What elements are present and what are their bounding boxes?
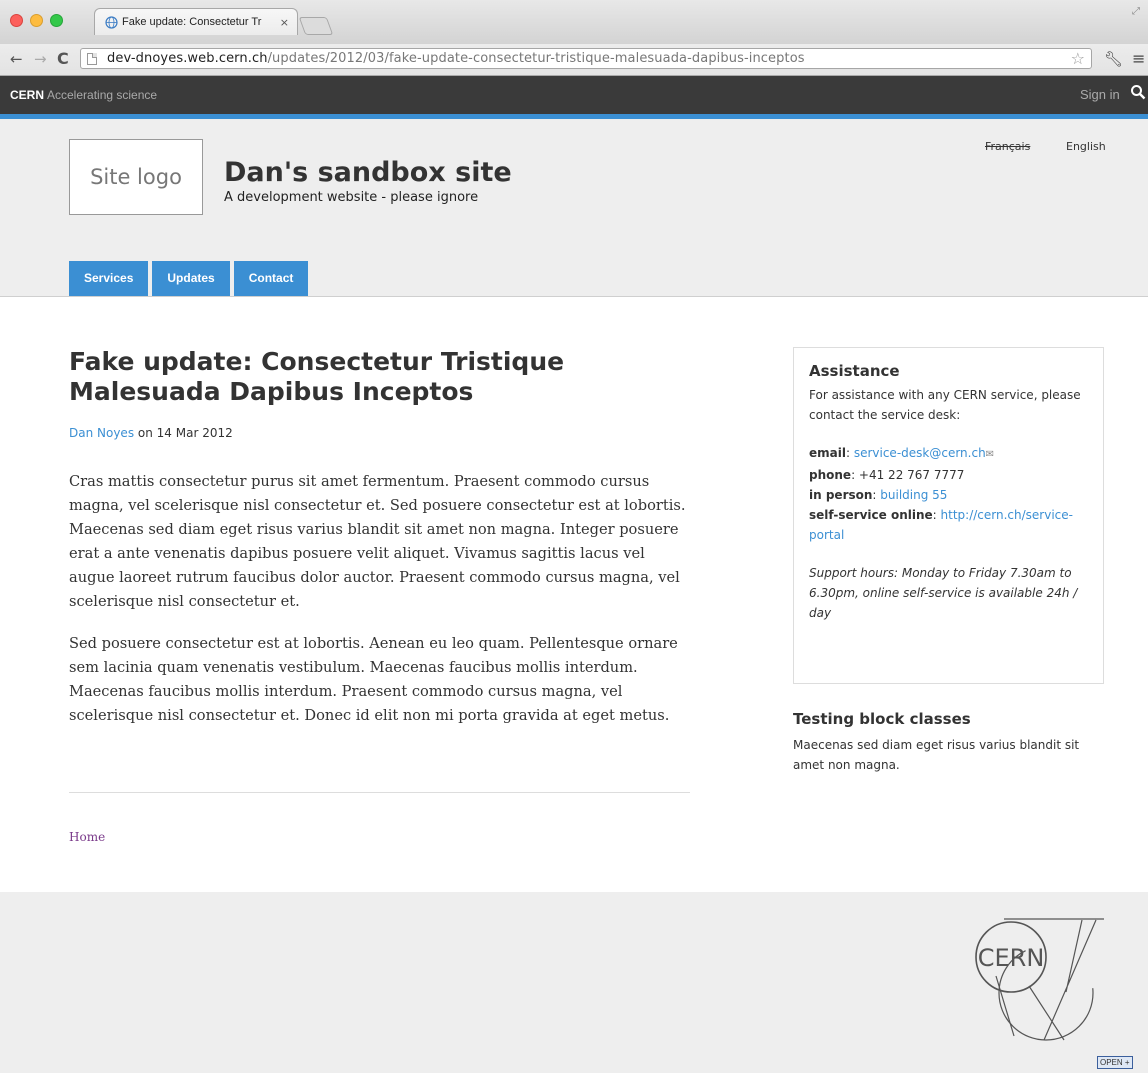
fullscreen-icon[interactable]: ⤢ — [1132, 6, 1140, 17]
close-window-button[interactable] — [10, 14, 23, 27]
url-text[interactable]: dev-dnoyes.web.cern.ch/updates/2012/03/f… — [107, 51, 805, 66]
wrench-icon[interactable]: 🔧︎ — [1104, 50, 1123, 68]
page-title: Fake update: Consectetur Tristique Males… — [69, 347, 565, 406]
phone-value: : +41 22 767 7777 — [851, 468, 965, 482]
cern-logo[interactable]: CERN — [974, 916, 1104, 1042]
minimize-window-button[interactable] — [30, 14, 43, 27]
article-paragraph: Sed posuere consectetur est at lobortis.… — [69, 635, 678, 724]
forward-arrow-icon[interactable]: → — [34, 50, 47, 68]
cern-tagline-link[interactable]: Accelerating science — [47, 88, 157, 102]
site-name[interactable]: Dan's sandbox site — [224, 157, 512, 188]
contact-details: email: service-desk@cern.ch✉ phone: +41 … — [809, 446, 1073, 542]
byline: Dan Noyes on 14 Mar 2012 — [69, 426, 233, 440]
open-badge[interactable]: OPEN + — [1097, 1056, 1133, 1069]
site-logo[interactable]: Site logo — [69, 139, 203, 215]
breadcrumb-home-link[interactable]: Home — [69, 830, 105, 844]
site-header: Site logo Dan's sandbox site A developme… — [0, 119, 1148, 297]
assistance-block: Assistance For assistance with any CERN … — [793, 347, 1104, 684]
browser-toolbar: ← → C dev-dnoyes.web.cern.ch/updates/201… — [0, 44, 1148, 76]
testing-block-text: Maecenas sed diam eget risus varius blan… — [793, 738, 1080, 772]
cern-brand-link[interactable]: CERN — [10, 88, 44, 102]
new-tab-button[interactable] — [298, 17, 334, 35]
mail-icon: ✉ — [985, 449, 995, 460]
testing-block: Testing block classes Maecenas sed diam … — [793, 709, 1104, 775]
sign-in-link[interactable]: Sign in — [1080, 87, 1120, 102]
assistance-title: Assistance — [809, 362, 900, 380]
cern-logo-text: CERN — [978, 944, 1045, 972]
language-link-french[interactable]: Français — [985, 140, 1030, 153]
article-paragraph: Cras mattis consectetur purus sit amet f… — [69, 473, 686, 610]
menu-icon[interactable]: ≡ — [1132, 49, 1145, 68]
browser-tab[interactable]: Fake update: Consectetur Tr × — [94, 8, 298, 35]
address-bar[interactable]: dev-dnoyes.web.cern.ch/updates/2012/03/f… — [80, 48, 1092, 69]
back-arrow-icon[interactable]: ← — [10, 50, 23, 68]
building-link[interactable]: building 55 — [880, 488, 947, 502]
url-host: dev-dnoyes.web.cern.ch — [107, 51, 268, 66]
globe-icon — [105, 15, 118, 29]
email-label: email — [809, 446, 846, 460]
zoom-window-button[interactable] — [50, 14, 63, 27]
browser-titlebar: Fake update: Consectetur Tr × ⤢ — [0, 0, 1148, 45]
testing-block-title: Testing block classes — [793, 710, 971, 728]
divider — [69, 792, 690, 793]
reload-icon[interactable]: C — [57, 50, 69, 68]
site-slogan: A development website - please ignore — [224, 190, 479, 205]
tab-close-icon[interactable]: × — [280, 16, 289, 29]
in-person-label: in person — [809, 488, 873, 502]
post-date: on 14 Mar 2012 — [134, 426, 233, 440]
page-icon — [87, 52, 97, 65]
menu-item-services[interactable]: Services — [69, 261, 149, 296]
language-link-english[interactable]: English — [1066, 140, 1106, 153]
tab-title: Fake update: Consectetur Tr — [122, 16, 262, 28]
author-link[interactable]: Dan Noyes — [69, 426, 134, 440]
article-body: Cras mattis consectetur purus sit amet f… — [69, 470, 694, 746]
email-link[interactable]: service-desk@cern.ch — [854, 446, 986, 460]
star-icon[interactable]: ☆ — [1071, 49, 1085, 68]
support-hours: Support hours: Monday to Friday 7.30am t… — [809, 566, 1078, 620]
self-service-label: self-service online — [809, 508, 933, 522]
phone-label: phone — [809, 468, 852, 482]
main-content: Fake update: Consectetur Tristique Males… — [0, 297, 1148, 892]
menu-item-updates[interactable]: Updates — [152, 261, 230, 296]
search-icon[interactable] — [1130, 84, 1146, 104]
assistance-intro: For assistance with any CERN service, pl… — [809, 388, 1081, 422]
cern-toolbar: CERN Accelerating science Sign in — [0, 76, 1148, 119]
url-path: /updates/2012/03/fake-update-consectetur… — [267, 51, 805, 66]
menu-item-contact[interactable]: Contact — [233, 261, 309, 296]
footer: CERN OPEN + — [0, 892, 1148, 1073]
main-menu: Services Updates Contact — [69, 261, 309, 296]
